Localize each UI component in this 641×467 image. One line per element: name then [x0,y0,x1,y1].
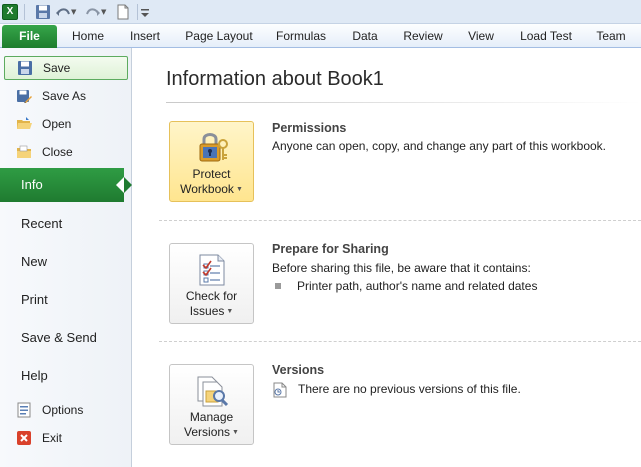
close-folder-icon [16,144,32,160]
prepare-sharing-heading: Prepare for Sharing [272,242,389,256]
tab-file[interactable]: File [2,25,57,48]
save-as-command[interactable]: Save As [4,84,128,108]
active-tab-pointer-icon [116,177,124,193]
prepare-sharing-text: Before sharing this file, be aware that … [272,261,531,275]
save-label: Save [43,61,71,75]
permissions-heading: Permissions [272,121,347,135]
section-divider [159,341,641,342]
options-command[interactable]: Options [4,398,128,422]
check-for-issues-label-line2: Issues ▼ [170,304,253,319]
options-icon [16,402,32,418]
lock-keys-icon [194,130,230,166]
tab-view[interactable]: View [464,24,498,48]
tab-page-layout[interactable]: Page Layout [183,24,255,48]
tab-review[interactable]: Review [400,24,446,48]
section-divider [159,220,641,221]
versions-heading: Versions [272,363,325,377]
nav-tab-help[interactable]: Help [0,359,132,393]
permissions-text: Anyone can open, copy, and change any pa… [272,139,606,153]
save-as-label: Save As [42,89,87,103]
check-for-issues-label-text: Issues [189,304,225,318]
manage-versions-icon [194,373,230,409]
exit-label: Exit [42,431,63,445]
tab-formulas[interactable]: Formulas [272,24,330,48]
protect-workbook-label-line2: Workbook ▼ [170,182,253,197]
check-for-issues-button[interactable]: Check for Issues ▼ [169,243,254,324]
customize-toolbar-icon[interactable] [140,4,156,20]
page-title: Information about Book1 [166,68,384,90]
open-command[interactable]: Open [4,112,128,136]
undo-dropdown-icon[interactable]: ▼ [71,4,79,20]
manage-versions-button[interactable]: Manage Versions ▼ [169,364,254,445]
quick-access-toolbar: X ▼ ▼ [0,0,641,24]
checklist-icon [194,252,230,288]
nav-tab-save-send[interactable]: Save & Send [0,321,132,355]
versions-text: There are no previous versions of this f… [298,382,521,396]
ribbon-tab-bar: File Home Insert Page Layout Formulas Da… [0,24,641,48]
nav-tab-info[interactable]: Info [0,168,132,202]
options-label: Options [42,403,84,417]
check-for-issues-label-line1: Check for [185,289,238,303]
dropdown-arrow-icon: ▼ [226,308,234,316]
toolbar-separator [137,3,138,20]
excel-icon[interactable]: X [2,3,18,20]
bullet-icon [275,283,281,289]
tab-insert[interactable]: Insert [124,24,166,48]
printer-path-item: Printer path, author's name and related … [297,279,538,293]
backstage-nav: Save Save As Open Close Info Recent New … [0,48,132,467]
protect-workbook-label-text: Workbook [180,182,234,196]
nav-tab-new[interactable]: New [0,245,132,279]
close-command[interactable]: Close [4,140,128,164]
nav-tab-recent[interactable]: Recent [0,207,132,241]
title-divider [166,102,641,103]
tab-home[interactable]: Home [65,24,111,48]
nav-tab-print[interactable]: Print [0,283,132,317]
dropdown-arrow-icon: ▼ [232,429,239,437]
open-folder-icon [16,116,32,132]
undo-icon[interactable] [55,4,71,20]
open-label: Open [42,117,72,131]
manage-versions-label-line1: Manage [189,410,234,424]
manage-versions-label-text: Versions [184,425,231,439]
save-icon[interactable] [35,4,51,20]
exit-icon [16,430,32,446]
save-as-icon [16,88,32,104]
protect-workbook-button[interactable]: Protect Workbook ▼ [169,121,254,202]
redo-dropdown-icon[interactable]: ▼ [101,4,109,20]
tab-team[interactable]: Team [593,24,629,48]
tab-load-test[interactable]: Load Test [516,24,576,48]
tab-data[interactable]: Data [348,24,382,48]
toolbar-separator [24,3,25,20]
close-label: Close [42,145,73,159]
redo-icon[interactable] [85,4,101,20]
exit-command[interactable]: Exit [4,426,128,450]
nav-tab-info-label: Info [21,177,43,192]
save-command[interactable]: Save [4,56,128,80]
manage-versions-label-line2: Versions ▼ [170,425,253,440]
protect-workbook-label-line1: Protect [192,167,231,181]
dropdown-arrow-icon: ▼ [235,186,243,194]
document-version-icon [273,382,287,398]
new-document-icon[interactable] [115,4,131,20]
save-icon [17,60,33,76]
